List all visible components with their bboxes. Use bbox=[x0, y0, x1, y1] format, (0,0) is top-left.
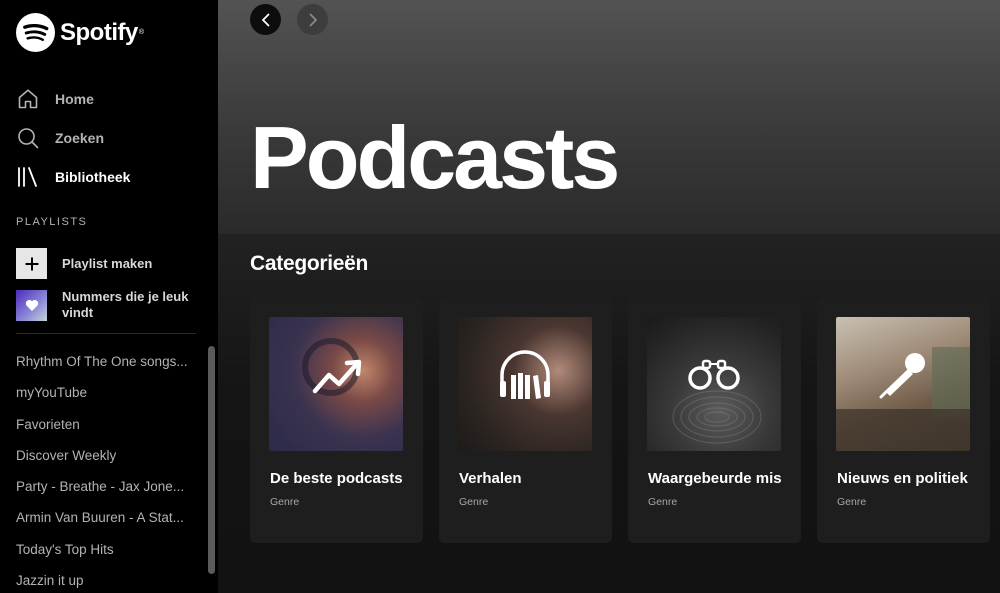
playlist-item[interactable]: Discover Weekly bbox=[16, 440, 198, 471]
sidebar-divider bbox=[16, 333, 196, 334]
forward-button[interactable] bbox=[297, 4, 328, 35]
category-artwork bbox=[458, 317, 592, 451]
sidebar: Spotify ® Home Zoeken Bibliotheek PLAYLIS… bbox=[0, 0, 218, 593]
category-card[interactable]: De beste podcasts Genre bbox=[250, 297, 423, 543]
nav-item-search[interactable]: Zoeken bbox=[0, 118, 218, 157]
category-card[interactable]: Waargebeurde misdaad Genre bbox=[628, 297, 801, 543]
main-nav: Home Zoeken Bibliotheek bbox=[0, 79, 218, 196]
page-title: Podcasts bbox=[250, 108, 620, 207]
playlist-item[interactable]: Party - Breathe - Jax Jone... bbox=[16, 471, 198, 502]
spotify-logo[interactable]: Spotify ® bbox=[16, 13, 144, 52]
playlist-item[interactable]: myYouTube bbox=[16, 377, 198, 408]
category-card[interactable]: Nieuws en politiek Genre bbox=[817, 297, 990, 543]
category-subtitle: Genre bbox=[648, 496, 678, 508]
category-title: Verhalen bbox=[459, 470, 522, 487]
category-title: De beste podcasts bbox=[270, 470, 403, 487]
microphone-icon bbox=[836, 347, 970, 451]
playlist-item[interactable]: Favorieten bbox=[16, 409, 198, 440]
sidebar-scrollbar[interactable] bbox=[208, 346, 215, 574]
liked-songs-label: Nummers die je leuk vindt bbox=[62, 289, 189, 320]
playlist-item[interactable]: Rhythm Of The One songs... bbox=[16, 346, 198, 377]
trending-up-icon bbox=[302, 338, 362, 396]
registered-mark: ® bbox=[138, 29, 144, 36]
playlist-list: Rhythm Of The One songs... myYouTube Fav… bbox=[16, 346, 198, 593]
category-artwork bbox=[836, 317, 970, 451]
app-name: Spotify bbox=[60, 18, 138, 46]
liked-songs-button[interactable]: Nummers die je leuk vindt bbox=[16, 289, 202, 321]
spotify-logo-icon bbox=[16, 13, 55, 52]
back-button[interactable] bbox=[250, 4, 281, 35]
playlist-item[interactable]: Today's Top Hits bbox=[16, 534, 198, 565]
chevron-right-icon bbox=[309, 13, 317, 26]
category-cards: De beste podcasts Genre Verhalen Genre W… bbox=[250, 297, 1000, 543]
chevron-left-icon bbox=[261, 13, 269, 26]
nav-label-home: Home bbox=[55, 90, 94, 107]
category-artwork bbox=[647, 317, 781, 451]
category-card[interactable]: Verhalen Genre bbox=[439, 297, 612, 543]
playlist-item[interactable]: Jazzin it up bbox=[16, 565, 198, 593]
main-content: Podcasts Categorieën De beste podcasts G… bbox=[218, 0, 1000, 593]
nav-label-library: Bibliotheek bbox=[55, 168, 131, 185]
search-icon bbox=[16, 126, 40, 150]
category-subtitle: Genre bbox=[270, 496, 300, 508]
nav-item-library[interactable]: Bibliotheek bbox=[0, 157, 218, 196]
section-title: Categorieën bbox=[250, 252, 369, 275]
heart-icon bbox=[16, 289, 47, 321]
headphones-books-icon bbox=[500, 350, 550, 399]
handcuffs-icon bbox=[672, 359, 762, 444]
home-icon bbox=[16, 87, 40, 111]
playlist-item[interactable]: Armin Van Buuren - A Stat... bbox=[16, 502, 198, 533]
create-playlist-button[interactable]: Playlist maken bbox=[16, 248, 202, 279]
plus-icon bbox=[16, 248, 47, 279]
library-icon bbox=[16, 165, 40, 189]
category-subtitle: Genre bbox=[459, 496, 489, 508]
category-title: Waargebeurde misdaad bbox=[648, 470, 782, 487]
category-artwork bbox=[269, 317, 403, 451]
playlists-heading: PLAYLISTS bbox=[16, 216, 88, 228]
nav-label-search: Zoeken bbox=[55, 129, 105, 146]
create-playlist-label: Playlist maken bbox=[62, 255, 153, 271]
category-subtitle: Genre bbox=[837, 496, 867, 508]
nav-item-home[interactable]: Home bbox=[0, 79, 218, 118]
category-title: Nieuws en politiek bbox=[837, 470, 968, 487]
